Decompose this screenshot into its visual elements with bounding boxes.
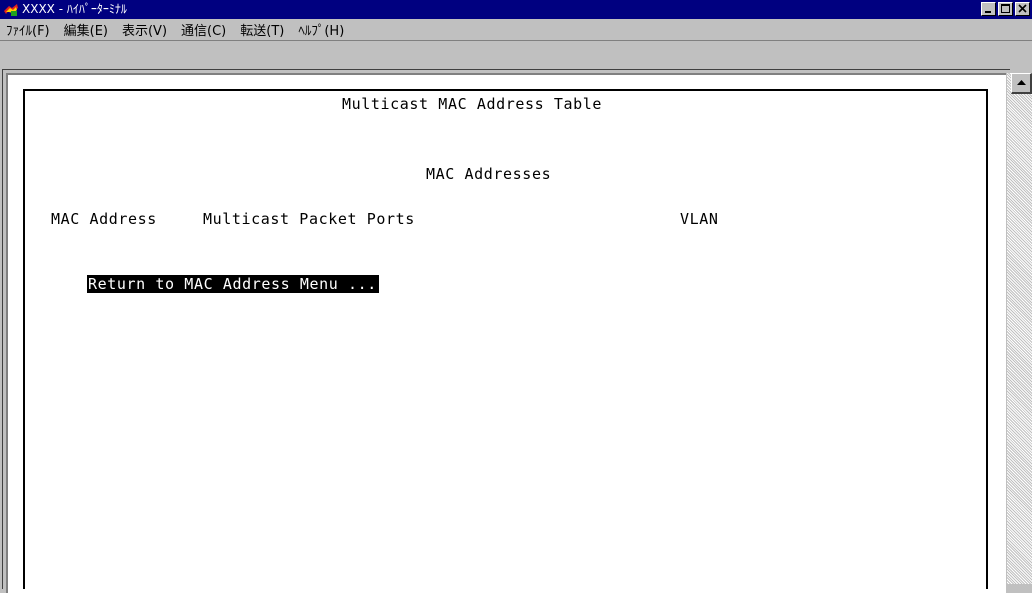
return-menu-option[interactable]: Return to MAC Address Menu ...: [87, 275, 379, 293]
terminal-subtitle: MAC Addresses: [426, 165, 552, 183]
window-controls: [979, 2, 1030, 17]
menu-file[interactable]: ﾌｧｲﾙ(F): [4, 20, 56, 39]
arrow-up-icon: [1017, 80, 1026, 85]
menu-view[interactable]: 表示(V): [120, 20, 173, 39]
minimize-button[interactable]: [981, 2, 996, 16]
close-icon: [1018, 4, 1027, 13]
column-header-vlan: VLAN: [680, 210, 719, 228]
column-header-multicast-ports: Multicast Packet Ports: [203, 210, 415, 228]
terminal-screen[interactable]: [23, 89, 988, 589]
scroll-up-button[interactable]: [1011, 73, 1032, 94]
menu-help[interactable]: ﾍﾙﾌﾟ(H): [296, 20, 350, 39]
menu-edit[interactable]: 編集(E): [62, 20, 114, 39]
column-header-mac-address: MAC Address: [51, 210, 157, 228]
window-title: XXXX - ﾊｲﾊﾟｰﾀｰﾐﾅﾙ: [22, 2, 127, 16]
vertical-scrollbar[interactable]: [1006, 73, 1032, 584]
hyperterminal-icon[interactable]: [3, 2, 19, 17]
maximize-icon: [1001, 4, 1010, 13]
title-bar: XXXX - ﾊｲﾊﾟｰﾀｰﾐﾅﾙ: [0, 0, 1032, 19]
minimize-icon: [985, 11, 991, 13]
menu-transfer[interactable]: 転送(T): [238, 20, 290, 39]
close-button[interactable]: [1015, 2, 1030, 16]
menu-communication[interactable]: 通信(C): [179, 20, 232, 39]
terminal-title: Multicast MAC Address Table: [342, 95, 603, 113]
maximize-button[interactable]: [998, 2, 1013, 16]
menu-bar: ﾌｧｲﾙ(F) 編集(E) 表示(V) 通信(C) 転送(T) ﾍﾙﾌﾟ(H): [0, 19, 1032, 41]
